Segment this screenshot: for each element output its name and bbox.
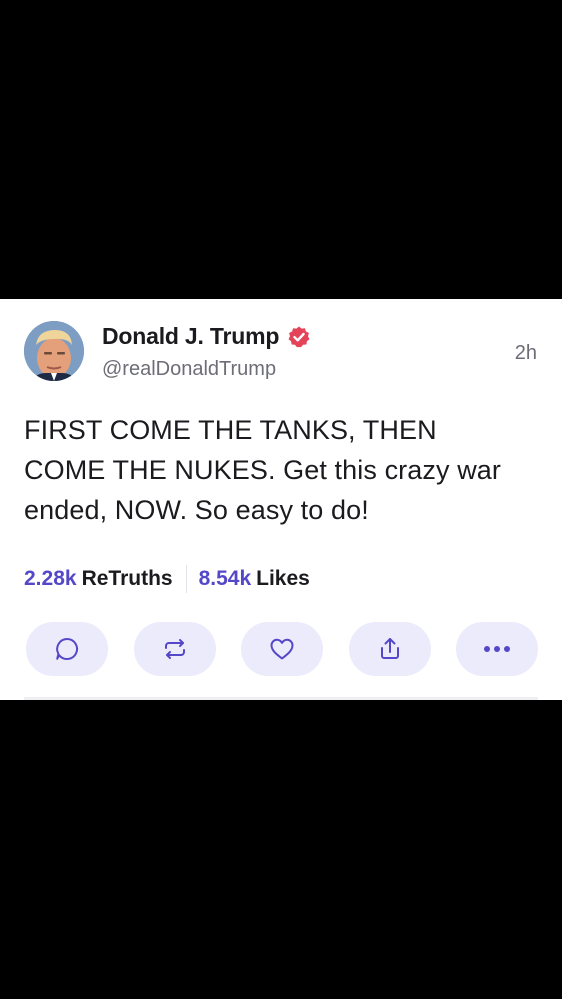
more-options-button[interactable] xyxy=(456,622,538,676)
comment-icon xyxy=(56,637,79,660)
retruths-count[interactable]: 2.28k xyxy=(24,567,77,591)
post-action-bar xyxy=(26,622,538,676)
like-button[interactable] xyxy=(241,622,323,676)
heart-icon xyxy=(270,638,294,660)
reply-button[interactable] xyxy=(26,622,108,676)
retruths-label[interactable]: ReTruths xyxy=(82,567,173,591)
share-icon xyxy=(380,638,399,659)
likes-label[interactable]: Likes xyxy=(256,567,310,591)
author-display-name[interactable]: Donald J. Trump xyxy=(102,323,279,350)
post-body-text: FIRST COME THE TANKS, THEN COME THE NUKE… xyxy=(24,415,501,525)
post-divider xyxy=(24,697,538,700)
avatar[interactable] xyxy=(24,321,84,381)
stats-divider xyxy=(185,565,187,593)
avatar-portrait-image xyxy=(24,321,84,381)
post-timestamp: 2h xyxy=(514,342,537,364)
post-stats: 2.28k ReTruths 8.54k Likes xyxy=(24,565,310,593)
likes-count[interactable]: 8.54k xyxy=(199,567,252,591)
author-name-row[interactable]: Donald J. Trump xyxy=(102,323,311,350)
more-icon xyxy=(484,646,510,652)
retruth-button[interactable] xyxy=(133,622,216,676)
truth-post-card: Donald J. Trump @realDonaldTrump 2h FIRS… xyxy=(0,299,562,700)
author-handle[interactable]: @realDonaldTrump xyxy=(102,358,276,381)
screenshot-frame: Donald J. Trump @realDonaldTrump 2h FIRS… xyxy=(0,0,562,999)
verified-badge-icon xyxy=(288,326,310,347)
share-button[interactable] xyxy=(348,622,431,676)
repost-icon xyxy=(164,639,185,659)
